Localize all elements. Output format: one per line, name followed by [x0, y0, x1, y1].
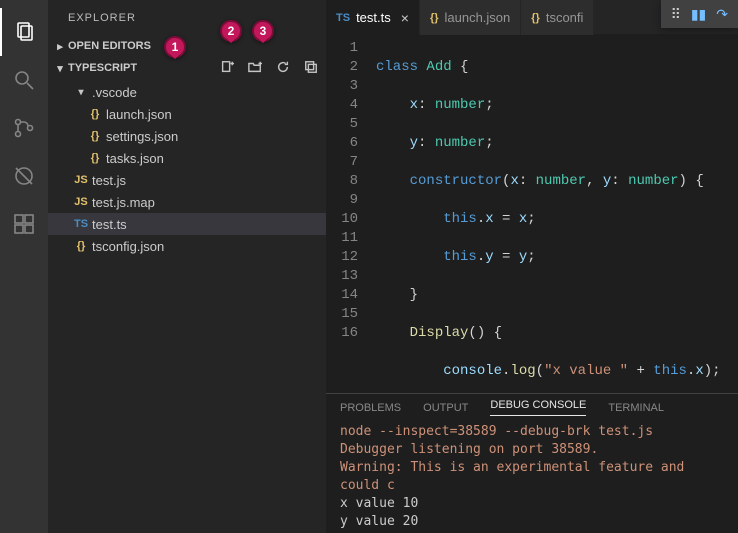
folder-label: .vscode: [92, 85, 137, 100]
ts-icon: TS: [336, 12, 350, 24]
file-test-ts[interactable]: TS test.ts: [48, 213, 326, 235]
tab-tsconfig-json[interactable]: {} tsconfi: [521, 0, 594, 35]
explorer-icon[interactable]: [0, 8, 48, 56]
source-control-icon[interactable]: [0, 104, 48, 152]
console-line: x value 10: [340, 495, 724, 513]
json-icon: {}: [531, 12, 540, 24]
file-launch-json[interactable]: {} launch.json: [48, 103, 326, 125]
file-label: settings.json: [106, 129, 178, 144]
file-label: tasks.json: [106, 151, 164, 166]
line-gutter: 1234 5678 9101112 13141516: [326, 39, 376, 393]
tab-label: test.ts: [356, 10, 391, 25]
file-label: launch.json: [106, 107, 172, 122]
step-over-icon[interactable]: ↷: [716, 6, 728, 23]
file-tree: .vscode {} launch.json {} settings.json …: [48, 79, 326, 257]
json-icon: {}: [84, 130, 106, 142]
annotation-3: 3: [252, 20, 274, 42]
tab-launch-json[interactable]: {} launch.json: [420, 0, 521, 35]
project-section[interactable]: ▾ TYPESCRIPT: [48, 57, 326, 79]
tab-bar: TS test.ts × {} launch.json {} tsconfi ⠿…: [326, 0, 738, 35]
annotation-1: 1: [164, 36, 186, 58]
file-settings-json[interactable]: {} settings.json: [48, 125, 326, 147]
extensions-icon[interactable]: [0, 200, 48, 248]
pause-icon[interactable]: ▮▮: [691, 6, 706, 23]
debug-console-output[interactable]: node --inspect=38589 --debug-brk test.js…: [326, 421, 738, 533]
tab-problems[interactable]: PROBLEMS: [340, 402, 401, 414]
js-icon: JS: [70, 196, 92, 208]
console-line: Warning: This is an experimental feature…: [340, 459, 724, 495]
collapse-all-icon[interactable]: [304, 60, 318, 77]
close-icon[interactable]: ×: [401, 10, 409, 26]
tab-label: tsconfi: [546, 10, 584, 25]
bottom-panel: PROBLEMS OUTPUT DEBUG CONSOLE TERMINAL n…: [326, 393, 738, 533]
ts-icon: TS: [70, 218, 92, 230]
open-editors-label: OPEN EDITORS: [68, 40, 151, 52]
code-editor[interactable]: 1234 5678 9101112 13141516 class Add { x…: [326, 35, 738, 393]
tab-terminal[interactable]: TERMINAL: [608, 402, 664, 414]
file-tasks-json[interactable]: {} tasks.json: [48, 147, 326, 169]
activity-bar: [0, 0, 48, 533]
file-label: tsconfig.json: [92, 239, 164, 254]
file-tsconfig-json[interactable]: {} tsconfig.json: [48, 235, 326, 257]
js-icon: JS: [70, 174, 92, 186]
folder-open-icon: [70, 87, 92, 98]
json-icon: {}: [84, 108, 106, 120]
file-label: test.js.map: [92, 195, 155, 210]
tab-test-ts[interactable]: TS test.ts ×: [326, 0, 420, 35]
file-test-js[interactable]: JS test.js: [48, 169, 326, 191]
file-test-js-map[interactable]: JS test.js.map: [48, 191, 326, 213]
console-line: y value 20: [340, 513, 724, 531]
new-folder-icon[interactable]: [248, 60, 262, 77]
editor-area: TS test.ts × {} launch.json {} tsconfi ⠿…: [326, 0, 738, 533]
console-line: Debugger listening on port 38589.: [340, 441, 724, 459]
new-file-icon[interactable]: [220, 60, 234, 77]
file-label: test.ts: [92, 217, 127, 232]
explorer-sidebar: EXPLORER ▸ OPEN EDITORS ▾ TYPESCRIPT .vs…: [48, 0, 326, 533]
tab-label: launch.json: [445, 10, 511, 25]
search-icon[interactable]: [0, 56, 48, 104]
explorer-title: EXPLORER: [48, 0, 326, 35]
json-icon: {}: [70, 240, 92, 252]
annotation-2: 2: [220, 20, 242, 42]
debug-toolbar: ⠿ ▮▮ ↷: [661, 0, 738, 28]
debug-icon[interactable]: [0, 152, 48, 200]
code-content: class Add { x: number; y: number; constr…: [376, 39, 738, 393]
panel-tabs: PROBLEMS OUTPUT DEBUG CONSOLE TERMINAL: [326, 394, 738, 421]
refresh-icon[interactable]: [276, 60, 290, 77]
file-label: test.js: [92, 173, 126, 188]
tab-output[interactable]: OUTPUT: [423, 402, 468, 414]
chevron-down-icon: ▾: [52, 62, 68, 75]
chevron-right-icon: ▸: [52, 40, 68, 53]
json-icon: {}: [430, 12, 439, 24]
project-label: TYPESCRIPT: [68, 62, 137, 74]
tab-debug-console[interactable]: DEBUG CONSOLE: [490, 399, 586, 416]
open-editors-section[interactable]: ▸ OPEN EDITORS: [48, 35, 326, 57]
json-icon: {}: [84, 152, 106, 164]
folder-vscode[interactable]: .vscode: [48, 81, 326, 103]
console-line: node --inspect=38589 --debug-brk test.js: [340, 423, 724, 441]
drag-handle-icon[interactable]: ⠿: [671, 6, 681, 23]
